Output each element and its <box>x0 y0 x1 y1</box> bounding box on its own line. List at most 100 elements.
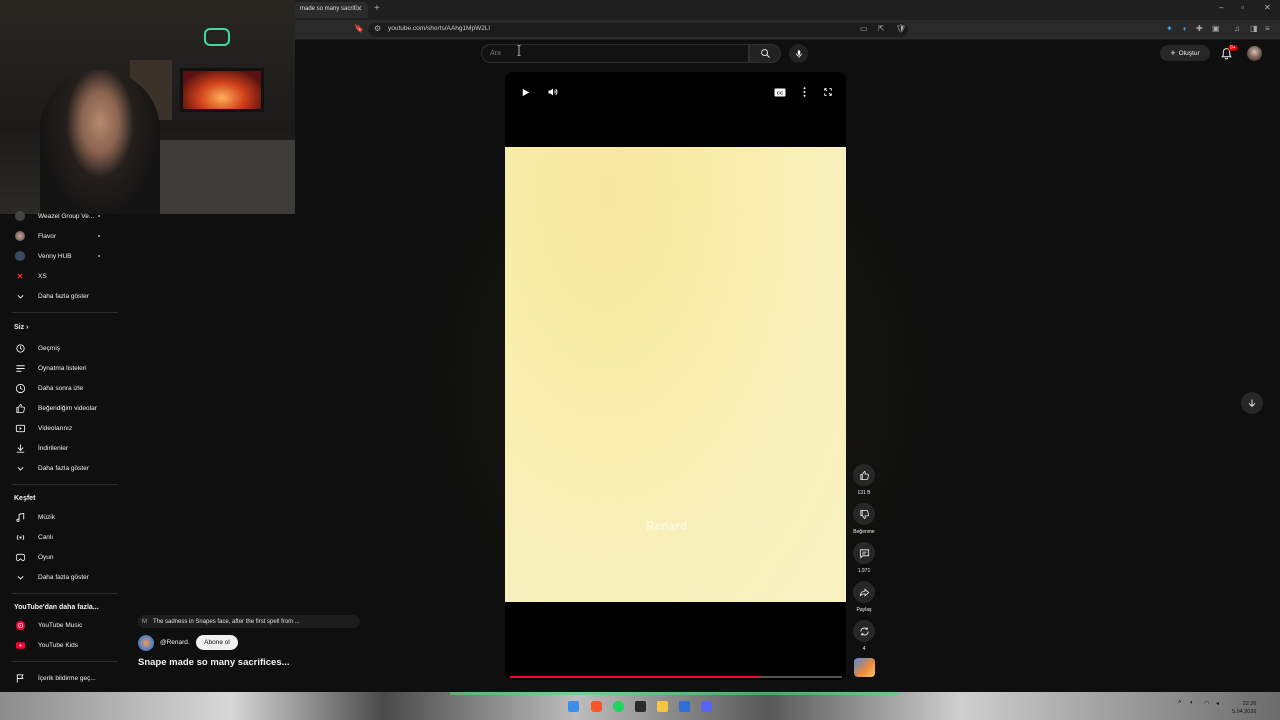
share-page-icon[interactable]: ⇱ <box>878 24 885 33</box>
sidebar-item-label: XS <box>38 272 47 280</box>
close-window-icon[interactable]: ✕ <box>1264 3 1271 12</box>
tray-app-icon[interactable]: ◐ <box>1190 700 1194 706</box>
chevron-down-icon <box>14 462 26 474</box>
channel-avatar[interactable] <box>138 635 154 651</box>
fullscreen-button[interactable] <box>821 85 835 99</box>
minimize-icon[interactable]: – <box>1219 3 1223 12</box>
volume-button[interactable] <box>546 85 560 99</box>
sidebar-item-label: İçerik bildirme geç... <box>38 674 96 682</box>
gaming-icon <box>14 551 26 563</box>
clock-icon <box>14 382 26 394</box>
sidebar-item-label: Videolarınız <box>38 424 73 432</box>
sidebar-item-playlists[interactable]: Oynatma listeleri <box>14 361 86 375</box>
subscribe-button[interactable]: Abone ol <box>196 635 238 650</box>
speaker-icon[interactable]: ◂ <box>1216 700 1219 707</box>
wallet-icon[interactable]: ◨ <box>1250 24 1258 33</box>
site-info-icon[interactable]: ⚙ <box>374 24 381 33</box>
video-icon <box>14 422 26 434</box>
sidebar-item-label: Beğendiğim videolar <box>38 404 97 412</box>
spotify-icon[interactable] <box>613 701 624 712</box>
maximize-icon[interactable]: ▫ <box>1241 3 1244 12</box>
sidebar-item-flavor[interactable]: Flavor <box>14 229 56 243</box>
like-button[interactable] <box>853 464 875 486</box>
remix-button[interactable] <box>853 620 875 642</box>
sidebar-item-live[interactable]: Canlı <box>14 530 53 544</box>
menu-icon[interactable]: ≡ <box>1265 24 1270 33</box>
show-more-you[interactable]: Daha fazla göster <box>14 461 89 475</box>
sidebar-item-weazel[interactable]: Weazel Group Ve... <box>14 209 94 223</box>
cast-icon[interactable]: ▭ <box>860 24 868 33</box>
dislike-button[interactable] <box>853 503 875 525</box>
sidebar-item-label: Oyun <box>38 553 54 561</box>
share-label: Paylaş <box>856 607 872 613</box>
next-short-button[interactable] <box>1241 392 1263 414</box>
search-icon <box>760 49 770 58</box>
share-button[interactable] <box>853 581 875 603</box>
new-tab-icon[interactable]: + <box>374 3 380 14</box>
sidebar-item-history[interactable]: Geçmiş <box>14 341 60 355</box>
app-blue-icon[interactable] <box>679 701 690 712</box>
chevron-down-icon <box>14 571 26 583</box>
play-icon <box>522 88 529 96</box>
share-icon <box>859 587 869 597</box>
sidebar-item-label: Weazel Group Ve... <box>38 212 95 220</box>
extensions-puzzle-icon[interactable]: ✚ <box>1196 24 1203 33</box>
create-label: Oluştur <box>1178 49 1200 57</box>
sidebar-item-label: İndirilenler <box>38 444 68 452</box>
channel-name[interactable]: @Renard. <box>160 639 190 646</box>
more-options-button[interactable] <box>797 85 811 99</box>
tab-close-icon[interactable]: ✕ <box>356 4 363 13</box>
extension-icon[interactable]: ✦ <box>1166 24 1173 33</box>
sidebar-item-report-history[interactable]: İçerik bildirme geç... <box>14 671 96 685</box>
create-button[interactable]: + Oluştur <box>1160 45 1210 61</box>
sidebar-divider <box>12 661 118 662</box>
sound-thumbnail[interactable] <box>854 658 875 677</box>
app-icon[interactable] <box>635 701 646 712</box>
extension-audio-icon[interactable]: ◖ <box>1182 24 1187 33</box>
music-chip[interactable]: M The sadness in Snapes face, after the … <box>138 615 360 628</box>
live-icon <box>14 531 26 543</box>
taskbar-clock[interactable]: 22:26 5.04.2026 <box>1232 700 1256 716</box>
webcam-tv-fireplace <box>180 68 264 112</box>
sidebar-toggle-icon[interactable]: ▣ <box>1212 24 1220 33</box>
show-more-subscriptions[interactable]: Daha fazla göster <box>14 289 89 303</box>
expand-icon <box>824 88 832 96</box>
progress-fill <box>510 676 759 678</box>
brave-shield-icon[interactable]: 🛡 <box>896 24 906 33</box>
video-title[interactable]: Snape made so many sacrifices... <box>138 657 290 668</box>
bookmark-icon[interactable]: 🔖 <box>354 24 364 33</box>
music-badge: M <box>142 618 147 625</box>
sidebar-item-downloads[interactable]: İndirilenler <box>14 441 68 455</box>
video-frame[interactable] <box>505 147 846 602</box>
discord-icon[interactable] <box>701 701 712 712</box>
sidebar-item-music[interactable]: Müzik <box>14 510 55 524</box>
sidebar-item-gaming[interactable]: Oyun <box>14 550 54 564</box>
brave-browser-icon[interactable] <box>591 701 602 712</box>
sidebar-item-youtube-music[interactable]: YouTube Music <box>14 618 82 632</box>
sidebar-item-venny-hub[interactable]: Venny HUB <box>14 249 72 263</box>
captions-button[interactable]: CC <box>773 85 787 99</box>
music-icon <box>14 511 26 523</box>
wifi-icon[interactable]: ◠ <box>1204 700 1209 707</box>
comments-button[interactable] <box>853 542 875 564</box>
webcam-streamer <box>40 70 160 214</box>
sidebar-item-watch-later[interactable]: Daha sonra izle <box>14 381 83 395</box>
account-avatar[interactable] <box>1247 46 1262 61</box>
file-explorer-icon[interactable] <box>657 701 668 712</box>
dislike-label: Beğenme <box>853 529 875 535</box>
windows-start-icon[interactable] <box>568 701 579 712</box>
sidebar-item-liked-videos[interactable]: Beğendiğim videolar <box>14 401 97 415</box>
sidebar-item-xs[interactable]: ✕ XS <box>14 269 47 283</box>
you-section-heading[interactable]: Siz › <box>14 324 28 331</box>
media-icon[interactable]: ♫ <box>1234 24 1240 33</box>
play-button[interactable] <box>518 85 532 99</box>
sidebar-item-youtube-kids[interactable]: YouTube Kids <box>14 638 78 652</box>
channel-avatar-icon <box>14 250 26 262</box>
video-watermark: Renard <box>646 519 688 533</box>
download-icon <box>14 442 26 454</box>
sidebar-divider <box>12 484 118 485</box>
url-text: youtube.com/shorts/AAhg1MpW2Ll <box>388 25 490 32</box>
tray-chevron-icon[interactable]: ˄ <box>1178 700 1182 706</box>
sidebar-item-your-videos[interactable]: Videolarınız <box>14 421 72 435</box>
show-more-explore[interactable]: Daha fazla göster <box>14 570 89 584</box>
